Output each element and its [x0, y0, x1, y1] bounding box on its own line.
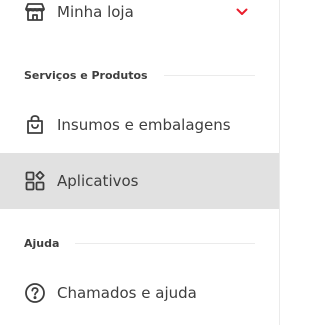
section-title: Ajuda	[24, 236, 60, 250]
section-divider	[75, 242, 255, 244]
store-icon	[24, 1, 46, 23]
help-circle-icon	[24, 282, 46, 304]
section-header-ajuda: Ajuda	[24, 235, 255, 251]
sidebar-item-insumos-embalagens[interactable]: Insumos e embalagens	[0, 97, 279, 153]
section-title: Serviços e Produtos	[24, 68, 148, 82]
section-header-servicos-produtos: Serviços e Produtos	[24, 67, 255, 83]
sidebar-nav: Minha loja Serviços e Produtos Insumos e…	[0, 0, 280, 325]
sidebar-item-label: Insumos e embalagens	[57, 116, 231, 134]
sidebar-item-label: Aplicativos	[57, 172, 139, 190]
sidebar-item-chamados-ajuda[interactable]: Chamados e ajuda	[0, 265, 279, 321]
apps-grid-icon	[24, 170, 46, 192]
chevron-down-icon[interactable]	[235, 5, 249, 19]
sidebar-item-label: Chamados e ajuda	[57, 284, 197, 302]
sidebar-item-minha-loja[interactable]: Minha loja	[0, 0, 279, 40]
sidebar-item-aplicativos[interactable]: Aplicativos	[0, 153, 279, 209]
sidebar-item-label: Minha loja	[57, 3, 134, 21]
section-divider	[163, 74, 255, 76]
shopping-bag-icon	[24, 114, 46, 136]
